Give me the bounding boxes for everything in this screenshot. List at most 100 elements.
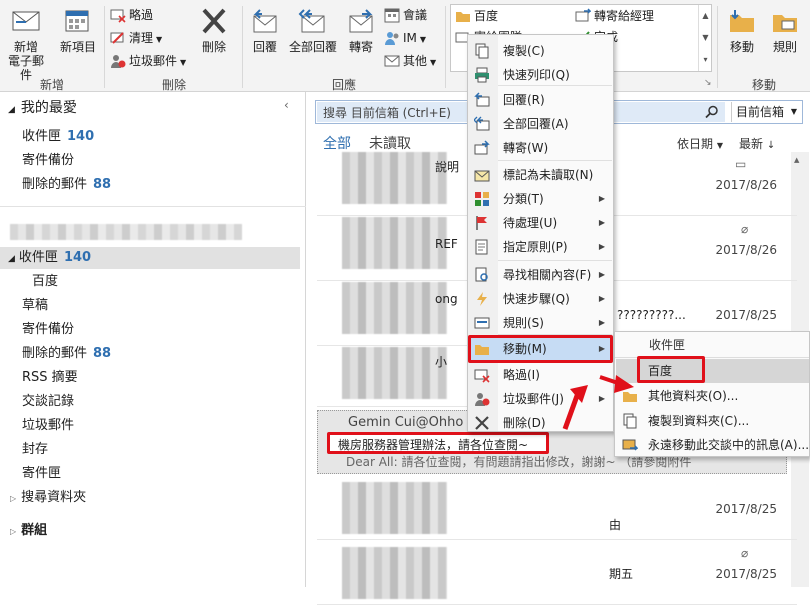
arrow-down-icon: ↓ — [766, 140, 776, 151]
favorite-deleted-label: 刪除的郵件 — [22, 177, 88, 192]
chevron-down-icon: ▼ — [790, 107, 797, 116]
folder-outbox[interactable]: 寄件匣 — [22, 463, 61, 485]
mail-row[interactable]: 由 2017/8/25 — [317, 476, 797, 540]
menu-item-copy[interactable]: 複製(C) — [469, 39, 613, 63]
more-respond-button[interactable]: 其他 ▼ — [384, 51, 436, 71]
tab-all[interactable]: 全部 — [323, 133, 351, 153]
message-icon: ▭ — [735, 157, 747, 171]
menu-item-flag[interactable]: 待處理(U) ▶ — [469, 211, 613, 235]
ignore-button[interactable]: 略過 — [110, 5, 153, 25]
im-button[interactable]: IM ▼ — [384, 28, 426, 48]
favorite-deleted[interactable]: 刪除的郵件 88 — [22, 174, 111, 196]
ribbon-separator — [104, 6, 105, 88]
dialog-launcher-icon[interactable]: ↘ — [704, 78, 712, 88]
folder-archive[interactable]: 封存 — [22, 439, 48, 461]
quickstep-forward-manager[interactable]: 轉寄給經理 — [575, 6, 654, 26]
cleanup-label: 清理 — [129, 31, 154, 45]
rules-button[interactable]: 規則 — [764, 8, 806, 54]
menu-item-policy[interactable]: 指定原則(P) ▶ — [469, 235, 613, 259]
redacted-content — [342, 152, 447, 204]
im-label: IM — [403, 31, 417, 45]
menu-item-forward[interactable]: 轉寄(W) — [469, 136, 613, 160]
menu-item-label: 轉寄(W) — [503, 141, 549, 155]
highlight-baidu-item — [637, 356, 705, 383]
sort-order-toggle[interactable]: 最新 ↓ — [739, 135, 775, 152]
sort-by-dropdown[interactable]: 依日期 ▼ — [677, 135, 723, 152]
reply-all-button[interactable]: 全部回覆 — [286, 8, 340, 54]
submenu-arrow-icon: ▶ — [598, 218, 605, 227]
new-items-button[interactable]: 新項目 — [56, 8, 100, 54]
menu-item-label: 規則(S) — [503, 316, 544, 330]
account-name-redacted[interactable] — [10, 224, 242, 240]
folder-conversation-history[interactable]: 交談記錄 — [22, 391, 74, 413]
menu-item-reply-all[interactable]: 全部回覆(A) — [469, 112, 613, 136]
folder-baidu[interactable]: 百度 — [32, 271, 58, 293]
lightning-icon — [477, 292, 487, 306]
search-scope-label: 目前信箱 — [736, 105, 785, 119]
reply-button[interactable]: 回覆 — [246, 8, 284, 54]
highlight-subject: 機房服務器管理辦法，請各位查閱~ — [327, 432, 549, 454]
menu-item-label: 分類(T) — [503, 192, 544, 206]
menu-item-lightning[interactable]: 快速步驟(Q) ▶ — [469, 287, 613, 311]
menu-item-label: 待處理(U) — [503, 216, 558, 230]
delete-x-icon — [202, 8, 226, 34]
attachment-icon: ⌀ — [741, 546, 749, 560]
rules-label: 規則 — [772, 40, 797, 54]
more-respond-dropdown-icon: ▼ — [430, 58, 437, 67]
menu-item-categorize[interactable]: 分類(T) ▶ — [469, 187, 613, 211]
menu-item-rules[interactable]: 規則(S) ▶ — [469, 311, 613, 335]
folder-rss[interactable]: RSS 摘要 — [22, 367, 78, 389]
submenu-arrow-icon: ▶ — [598, 242, 605, 251]
reply-icon — [253, 9, 277, 33]
collapse-pane-icon[interactable]: ‹ — [284, 98, 289, 112]
submenu-header: 收件匣 — [649, 338, 686, 352]
submenu-item-copy-to-folder[interactable]: 複製到資料夾(C)... — [616, 409, 809, 433]
menu-item-print[interactable]: 快速列印(Q) — [469, 63, 613, 87]
folder-search-folders[interactable]: ▷ 搜尋資料夾 — [10, 487, 86, 509]
reply-all-label: 全部回覆 — [288, 40, 337, 54]
menu-item-label: 標記為未讀取(N) — [503, 168, 594, 182]
favorites-header[interactable]: ◢ 我的最愛 — [8, 97, 77, 119]
submenu-item-label: 其他資料夾(O)... — [648, 389, 739, 403]
folder-sent[interactable]: 寄件備份 — [22, 319, 74, 341]
menu-item-label: 回覆(R) — [503, 93, 545, 107]
search-icon[interactable] — [705, 105, 719, 119]
menu-item-reply[interactable]: 回覆(R) — [469, 88, 613, 112]
tab-unread[interactable]: 未讀取 — [369, 133, 411, 153]
folder-inbox[interactable]: ◢ 收件匣 140 — [8, 247, 91, 269]
favorite-sent-label: 寄件備份 — [22, 153, 75, 168]
new-email-button[interactable]: 新增 電子郵件 — [4, 8, 48, 82]
mail-date: 2017/8/25 — [715, 308, 777, 322]
mail-fragment: ?????????... — [617, 308, 686, 322]
delete-button[interactable]: 刪除 — [192, 8, 236, 54]
menu-separator — [498, 160, 612, 161]
search-scope-dropdown[interactable]: 目前信箱 ▼ — [731, 102, 801, 122]
attachment-icon: ⌀ — [741, 222, 749, 236]
redacted-content — [342, 347, 447, 399]
folder-junk[interactable]: 垃圾郵件 — [22, 415, 74, 437]
submenu-item-folder[interactable]: 其他資料夾(O)... — [616, 384, 809, 408]
sort-by-label: 依日期 — [677, 137, 714, 151]
quick-steps-scroll[interactable]: ▲ ▼ ▾ — [698, 5, 712, 71]
junk-button[interactable]: 垃圾郵件 ▼ — [110, 51, 186, 71]
meeting-button[interactable]: 會議 — [384, 5, 427, 25]
junk-label: 垃圾郵件 — [129, 54, 178, 68]
folder-drafts[interactable]: 草稿 — [22, 295, 48, 317]
forward-icon — [349, 9, 373, 33]
mail-row[interactable]: 期五 ⌀ 2017/8/25 — [317, 541, 797, 605]
cleanup-button[interactable]: 清理 ▼ — [110, 28, 162, 48]
move-button[interactable]: 移動 — [722, 8, 762, 54]
forward-button[interactable]: 轉寄 — [342, 8, 380, 54]
mail-date: 2017/8/25 — [715, 567, 777, 581]
favorite-sent[interactable]: 寄件備份 — [22, 150, 74, 172]
forward-manager-icon — [575, 8, 591, 22]
submenu-item-always-move[interactable]: 永遠移動此交談中的訊息(A)... — [616, 433, 809, 457]
groups-header[interactable]: ▷ 群組 — [10, 520, 47, 542]
menu-item-find-related[interactable]: 尋找相關內容(F) ▶ — [469, 263, 613, 287]
folder-deleted[interactable]: 刪除的郵件 88 — [22, 343, 111, 365]
folder-rss-label: RSS 摘要 — [22, 370, 78, 385]
menu-item-mark-unread[interactable]: 標記為未讀取(N) — [469, 163, 613, 187]
favorite-inbox[interactable]: 收件匣 140 — [22, 126, 94, 148]
more-respond-icon — [384, 55, 400, 67]
quickstep-baidu[interactable]: 百度 — [455, 6, 498, 26]
